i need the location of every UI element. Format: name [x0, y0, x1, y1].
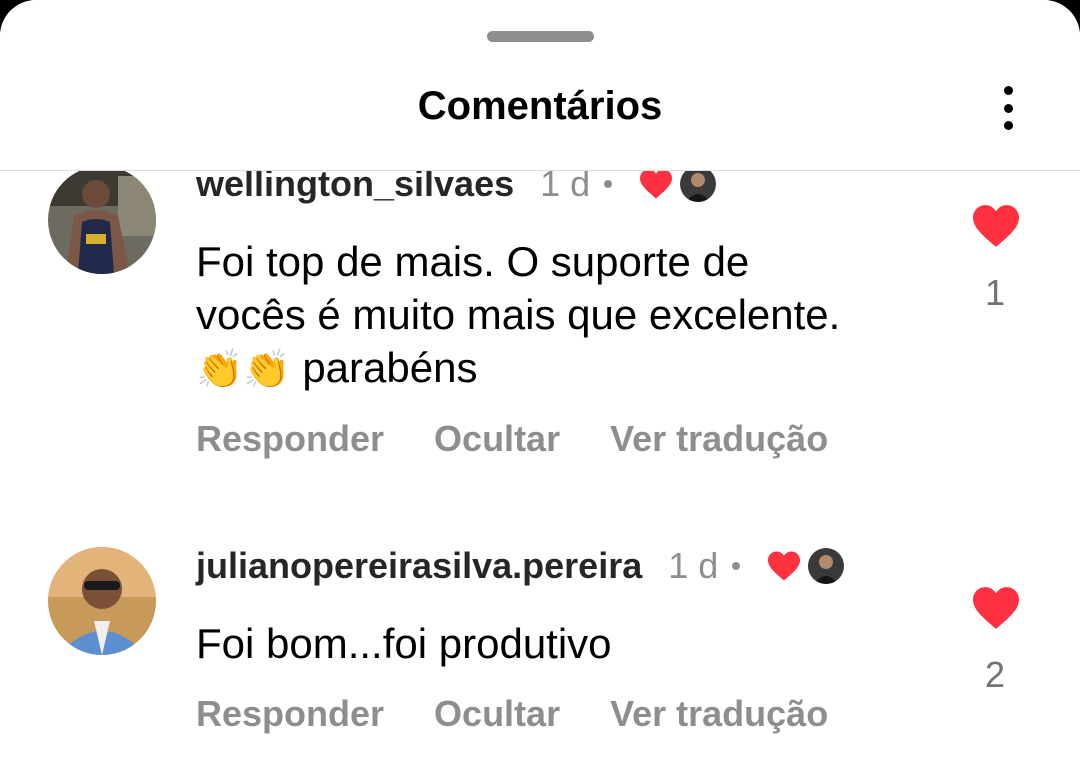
- comment-actions: Responder Ocultar Ver tradução: [196, 418, 878, 460]
- reply-button[interactable]: Responder: [196, 693, 384, 735]
- separator-dot: [604, 180, 613, 188]
- separator-dot: [732, 562, 741, 570]
- comment-tail: parabéns: [302, 344, 478, 391]
- hide-button[interactable]: Ocultar: [434, 693, 560, 735]
- more-options-icon[interactable]: [990, 80, 1026, 136]
- comment-text: Foi top de mais. O suporte de vocês é mu…: [196, 235, 936, 397]
- comment-text: Foi bom...foi produtivo: [196, 620, 612, 667]
- avatar[interactable]: [48, 547, 156, 655]
- translate-button[interactable]: Ver tradução: [610, 418, 828, 460]
- comment-line: 👏👏 parabéns: [196, 341, 936, 397]
- comment-actions: Responder Ocultar Ver tradução: [196, 693, 878, 735]
- creator-avatar: [680, 166, 717, 202]
- creator-liked-heart-icon: [768, 551, 801, 581]
- clap-emoji: 👏👏: [196, 349, 291, 391]
- comments-sheet: Comentários wellington_silvaes 1 d Foi t…: [0, 0, 1080, 767]
- page-title: Comentários: [417, 84, 663, 128]
- comment-line: Foi top de mais. O suporte de: [196, 238, 750, 285]
- heart-icon[interactable]: [970, 203, 1022, 249]
- like-count[interactable]: 1: [965, 272, 1025, 314]
- reply-button[interactable]: Responder: [196, 418, 384, 460]
- drag-handle[interactable]: [487, 31, 594, 42]
- translate-button[interactable]: Ver tradução: [610, 693, 828, 735]
- avatar[interactable]: [48, 166, 156, 274]
- comment-line: vocês é muito mais que excelente.: [196, 291, 841, 338]
- sheet-header: Comentários: [0, 60, 1080, 171]
- timestamp: 1 d: [668, 545, 719, 586]
- like-count[interactable]: 2: [965, 654, 1025, 696]
- creator-liked-heart-icon: [640, 169, 673, 199]
- username[interactable]: julianopereirasilva.pereira: [196, 545, 642, 587]
- heart-icon[interactable]: [970, 585, 1022, 631]
- comment-meta: julianopereirasilva.pereira 1 d: [196, 545, 845, 587]
- hide-button[interactable]: Ocultar: [434, 418, 560, 460]
- creator-avatar: [808, 548, 845, 584]
